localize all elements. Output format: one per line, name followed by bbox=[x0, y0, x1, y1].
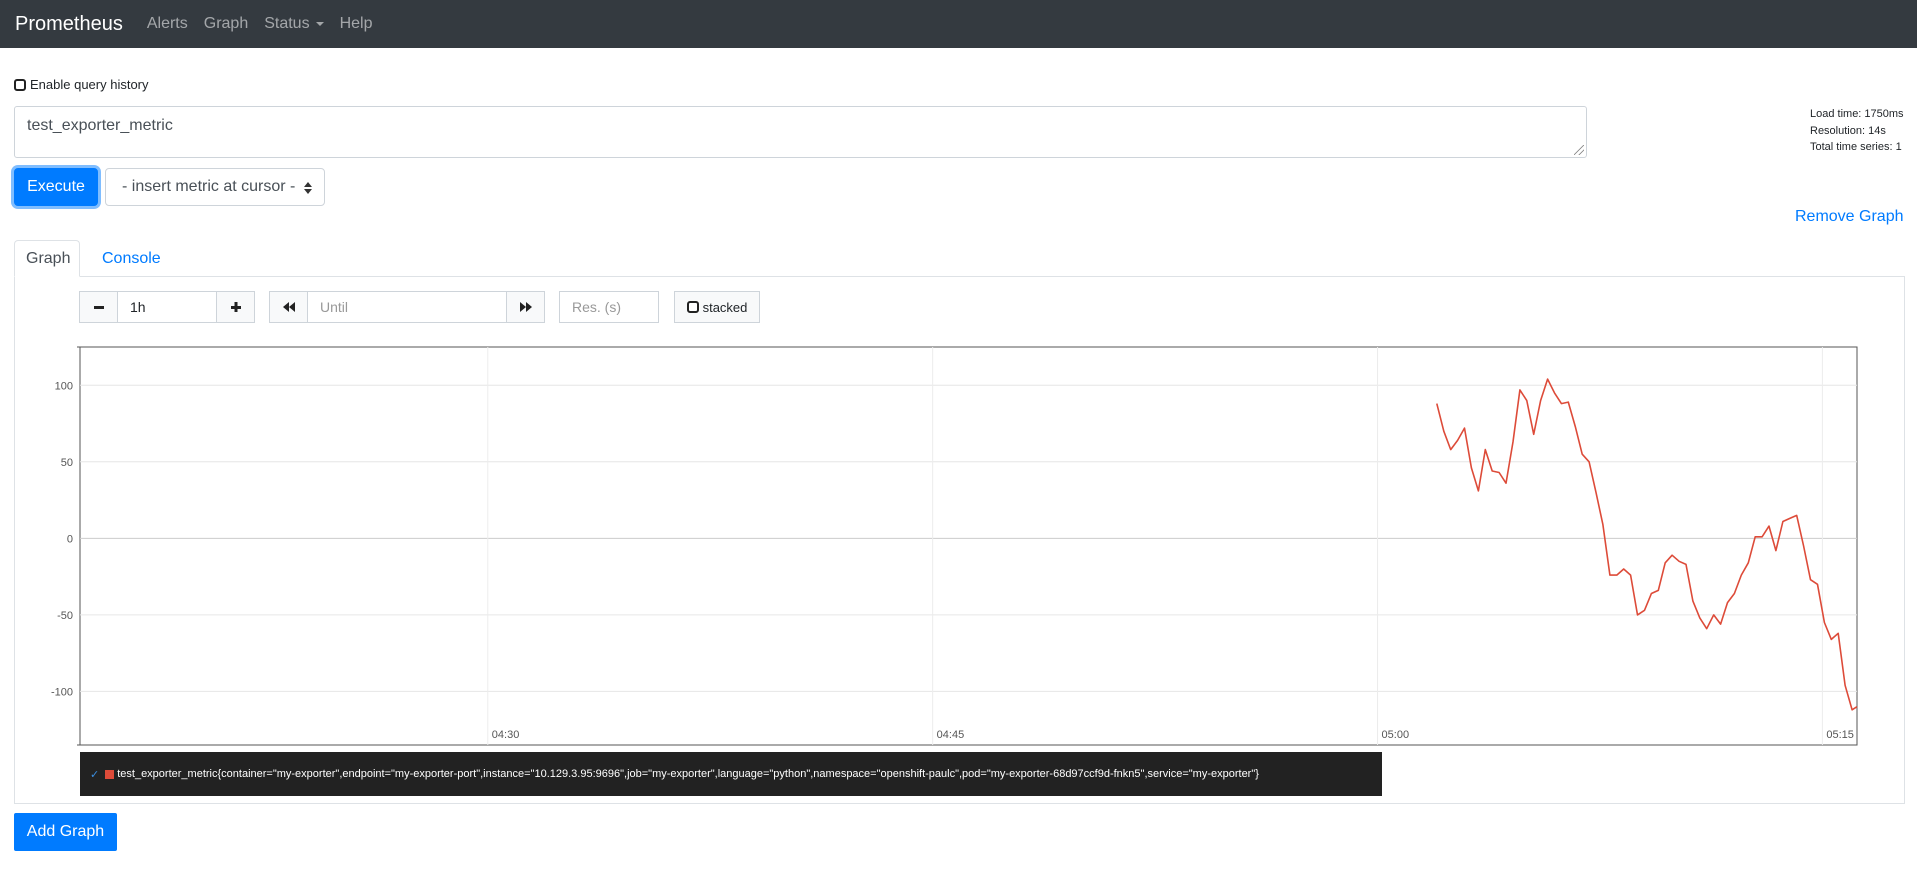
plot-area bbox=[79, 346, 1858, 746]
legend-series-label[interactable]: test_exporter_metric{container="my-expor… bbox=[117, 768, 1259, 780]
x-tick-label: 04:45 bbox=[937, 729, 965, 741]
add-graph-button[interactable]: Add Graph bbox=[14, 813, 117, 851]
x-tick-label: 04:30 bbox=[492, 729, 520, 741]
time-series-chart: 100 50 0 -50 -100 04:30 04:45 05:00 05:15 bbox=[51, 346, 1858, 746]
y-tick-label: 100 bbox=[55, 380, 73, 392]
check-icon[interactable]: ✓ bbox=[90, 768, 99, 781]
y-tick-label: 0 bbox=[67, 533, 73, 545]
y-tick-label: -100 bbox=[51, 686, 73, 698]
tab-graph[interactable]: Graph bbox=[14, 240, 80, 277]
series-color-swatch bbox=[105, 769, 115, 779]
x-tick-label: 05:00 bbox=[1382, 729, 1410, 741]
x-tick-label: 05:15 bbox=[1826, 729, 1854, 741]
chart-legend: ✓ test_exporter_metric{container="my-exp… bbox=[80, 752, 1382, 796]
y-tick-label: -50 bbox=[57, 610, 73, 622]
y-tick-label: 50 bbox=[61, 457, 73, 469]
